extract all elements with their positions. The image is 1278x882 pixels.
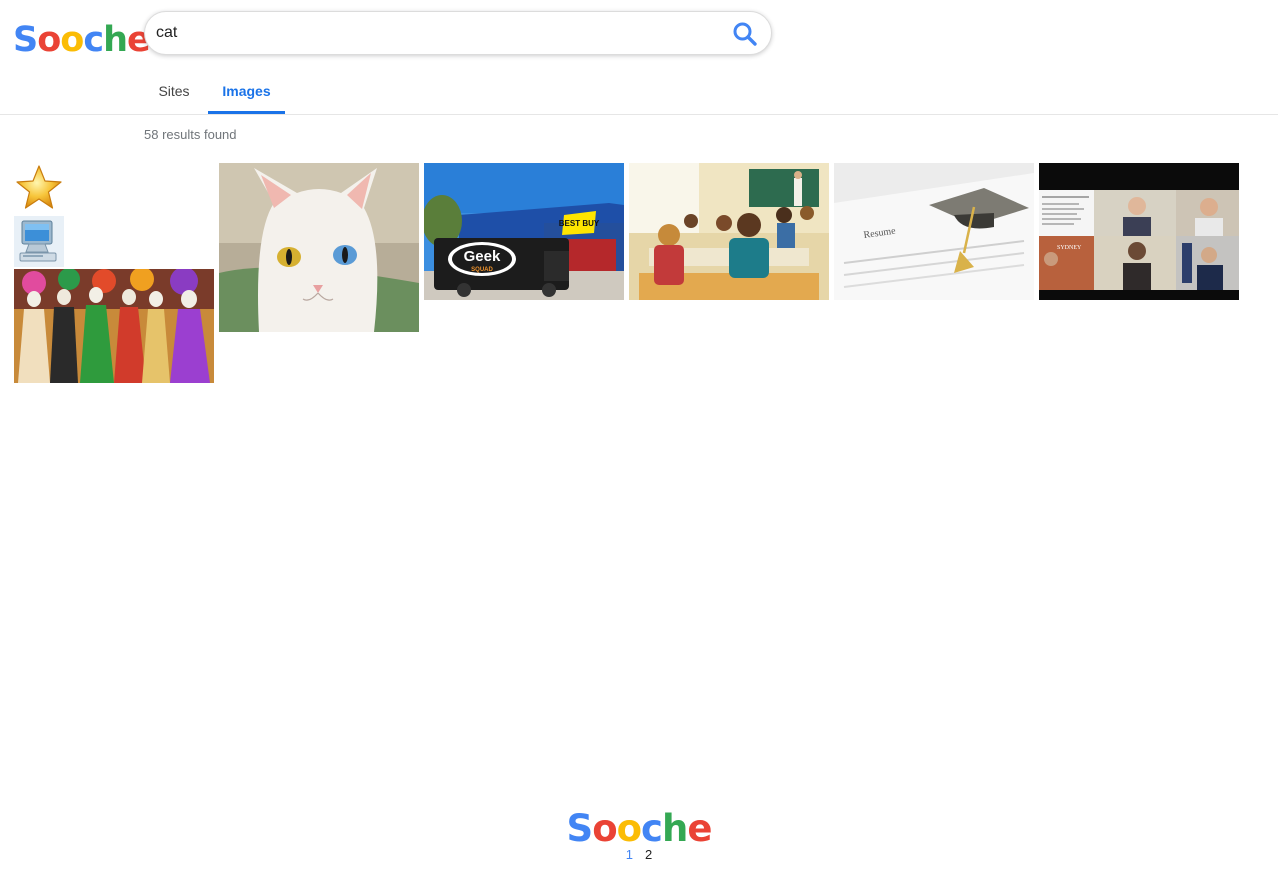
- logo-letter: S: [13, 20, 38, 60]
- logo-letter: o: [592, 807, 617, 850]
- result-image-computer[interactable]: [14, 216, 64, 267]
- best-buy-picture: BEST BUY Geek SQUAD: [424, 163, 624, 300]
- resume-cap-picture: Resume: [834, 163, 1034, 300]
- logo-letter: o: [616, 807, 642, 850]
- search-box: [144, 11, 772, 55]
- logo-letter: o: [60, 20, 84, 60]
- result-image-star[interactable]: [14, 163, 64, 213]
- search-input[interactable]: [156, 20, 716, 46]
- logo-letter: o: [37, 20, 61, 60]
- geek-text: Geek: [464, 248, 501, 265]
- pagination: 12: [0, 847, 1278, 862]
- result-image-video-call[interactable]: SYDNEY: [1039, 163, 1239, 300]
- page-link-1[interactable]: 1: [626, 847, 633, 862]
- results-count: 58 results found: [144, 127, 237, 142]
- header-logo[interactable]: Sooche: [13, 18, 151, 62]
- search-icon: [733, 22, 757, 46]
- result-image-resume-cap[interactable]: Resume: [834, 163, 1034, 300]
- search-button[interactable]: [731, 20, 759, 48]
- header-divider: [0, 114, 1278, 115]
- video-call-picture: SYDNEY: [1039, 163, 1239, 300]
- footer-logo[interactable]: Sooche: [0, 806, 1278, 852]
- white-cat-picture: [219, 163, 419, 332]
- computer-icon: [14, 216, 64, 267]
- best-buy-sign-text: BEST BUY: [559, 219, 600, 228]
- catrina-dolls-picture: [14, 269, 214, 383]
- squad-text: SQUAD: [471, 267, 493, 273]
- logo-letter: S: [566, 807, 594, 850]
- tab-images[interactable]: Images: [208, 70, 285, 114]
- logo-letter: h: [103, 20, 128, 60]
- logo-letter: e: [687, 807, 712, 850]
- sydney-text: SYDNEY: [1057, 245, 1082, 251]
- logo-letter: c: [83, 20, 104, 60]
- classroom-picture: [629, 163, 829, 300]
- result-image-best-buy[interactable]: BEST BUY Geek SQUAD: [424, 163, 624, 300]
- star-icon: [16, 165, 62, 209]
- result-image-white-cat[interactable]: [219, 163, 419, 332]
- result-image-classroom[interactable]: [629, 163, 829, 300]
- page-link-2[interactable]: 2: [645, 847, 652, 862]
- logo-letter: h: [661, 807, 688, 850]
- result-image-catrina-dolls[interactable]: [14, 269, 214, 383]
- tab-sites[interactable]: Sites: [144, 70, 204, 114]
- logo-letter: c: [641, 807, 663, 850]
